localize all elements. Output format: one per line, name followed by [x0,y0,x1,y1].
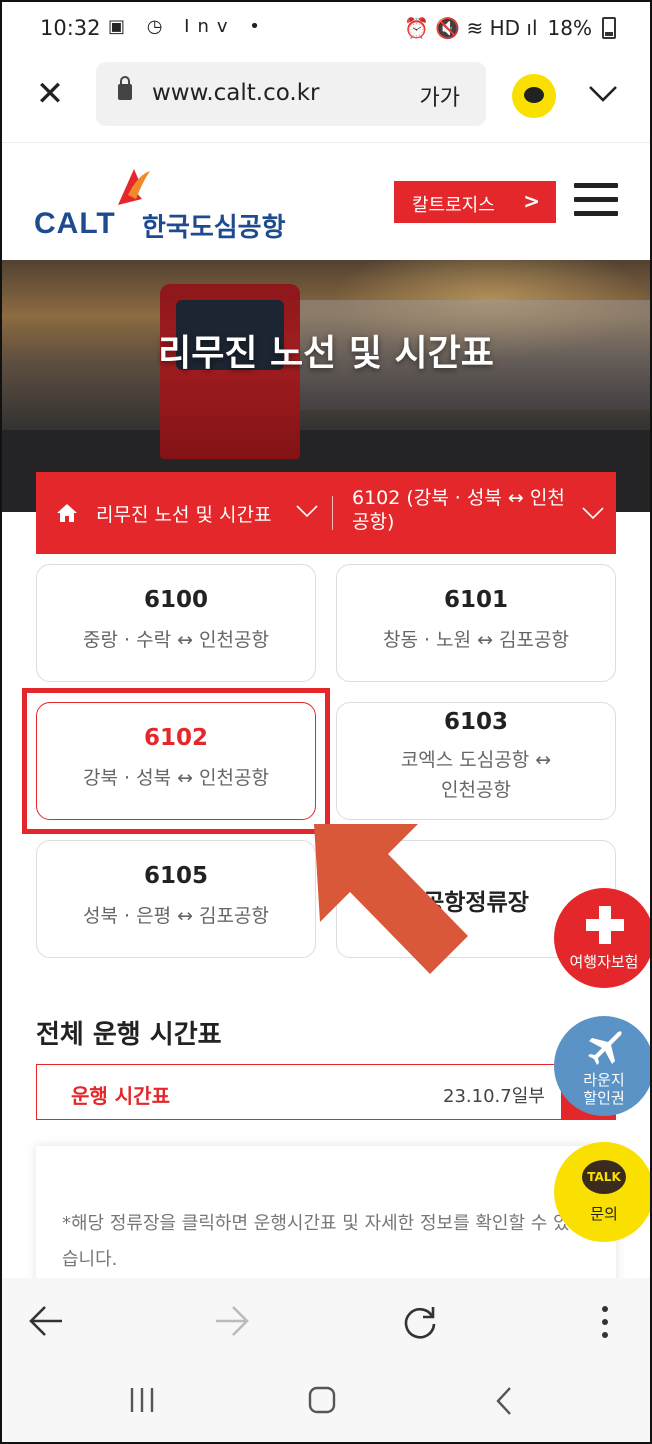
route-desc-line: 코엑스 도심공항 ↔ [400,749,552,771]
forward-icon[interactable] [214,1304,250,1338]
travel-insurance-button[interactable]: 여행자보험 [554,888,652,988]
logo-text-ko: 한국도심공항 [142,213,286,243]
site-header: CALT 한국도심공항 칼트로지스 > [0,142,652,260]
page-title: 리무진 노선 및 시간표 [158,333,494,374]
route-breadcrumb: 리무진 노선 및 시간표 6102 (강북 · 성북 ↔ 인천공항) [36,472,616,554]
route-desc: 코엑스 도심공항 ↔ 인천공항 [337,745,615,805]
menu-icon[interactable] [574,183,618,217]
timetable-label: 운행 시간표 [71,1084,170,1108]
timetable-date: 23.10.7일부 [443,1086,545,1107]
calt-logo[interactable]: CALT 한국도심공항 [34,163,314,243]
text-size-button[interactable]: 가가 [420,80,460,112]
address-bar[interactable]: www.calt.co.kr 가가 [96,62,486,126]
back-icon[interactable] [28,1304,64,1338]
more-icon[interactable] [598,1304,612,1340]
battery-icon [602,17,616,39]
logo-mark-icon [118,169,150,205]
route-desc: 창동 · 노원 ↔ 김포공항 [383,629,569,651]
timetable-section-title: 전체 운행 시간표 [36,1020,222,1050]
logo-text-en: CALT [34,207,116,240]
system-nav-bar [0,1364,652,1444]
route-number: 6105 [143,863,208,889]
section-dropdown[interactable]: 리무진 노선 및 시간표 [96,500,271,527]
chevron-down-icon[interactable] [296,504,318,518]
route-number: 6101 [443,587,508,613]
calt-logis-label: 칼트로지스 [412,195,495,216]
inquiry-label: 문의 [590,1205,618,1223]
route-card-6105[interactable]: 6105 성북 · 은평 ↔ 김포공항 [36,840,316,958]
timetable-selector[interactable]: 운행 시간표 23.10.7일부 [36,1064,616,1120]
home-icon[interactable] [56,502,78,524]
chevron-right-icon: > [523,189,540,213]
lounge-coupon-button[interactable]: 라운지 할인권 [554,1016,652,1116]
plus-icon [586,906,624,944]
airplane-icon [588,1031,622,1065]
status-bar: 10:32 ▣ ◷ Inv • ⏰ 🔇 ≋ HD ıl 18% [0,0,652,58]
chevron-down-icon[interactable] [582,506,604,520]
route-dropdown[interactable]: 6102 (강북 · 성북 ↔ 인천공항) [352,486,582,534]
home-button-icon[interactable] [308,1386,336,1414]
reload-icon[interactable] [402,1304,438,1340]
chevron-down-icon[interactable] [588,78,618,108]
status-notification-icons: ▣ ◷ Inv • [108,16,268,37]
kakao-icon[interactable] [512,74,556,118]
status-right: ⏰ 🔇 ≋ HD ıl 18% [404,16,616,40]
route-desc: 성북 · 은평 ↔ 김포공항 [83,905,269,927]
browser-toolbar: ✕ www.calt.co.kr 가가 [0,58,652,142]
nav-divider [332,496,333,530]
calt-logis-button[interactable]: 칼트로지스 > [394,181,556,223]
highlight-annotation [22,688,330,834]
route-desc: 중랑 · 수락 ↔ 인천공항 [83,629,269,651]
battery-percent: 18% [547,16,592,40]
kakao-talk-inquiry-button[interactable]: TALK 문의 [554,1142,652,1242]
route-desc-line: 인천공항 [441,779,511,801]
url-text: www.calt.co.kr [152,80,320,106]
route-card-6103[interactable]: 6103 코엑스 도심공항 ↔ 인천공항 [336,702,616,820]
lock-icon [118,76,132,100]
close-icon[interactable]: ✕ [32,76,68,112]
route-number: 6103 [443,709,508,735]
route-card-6101[interactable]: 6101 창동 · 노원 ↔ 김포공항 [336,564,616,682]
lounge-label-line1: 라운지 [583,1071,625,1089]
route-card-6100[interactable]: 6100 중랑 · 수락 ↔ 인천공항 [36,564,316,682]
browser-bottom-bar [0,1278,652,1364]
status-system-icons: ⏰ 🔇 ≋ HD ıl [404,16,538,40]
lounge-label-line2: 할인권 [583,1089,625,1107]
stop-info-panel: *해당 정류장을 클릭하면 운행시간표 및 자세한 정보를 확인할 수 있습니다… [36,1146,616,1286]
travel-insurance-label: 여행자보험 [569,953,639,971]
route-number: 6100 [143,587,208,613]
stop-info-note: *해당 정류장을 클릭하면 운행시간표 및 자세한 정보를 확인할 수 있습니다… [62,1213,570,1270]
system-back-icon[interactable] [494,1386,514,1416]
recent-apps-icon[interactable] [128,1386,156,1414]
talk-icon: TALK [582,1160,626,1194]
status-time: 10:32 [40,16,101,40]
pointer-arrow-icon [314,824,468,974]
